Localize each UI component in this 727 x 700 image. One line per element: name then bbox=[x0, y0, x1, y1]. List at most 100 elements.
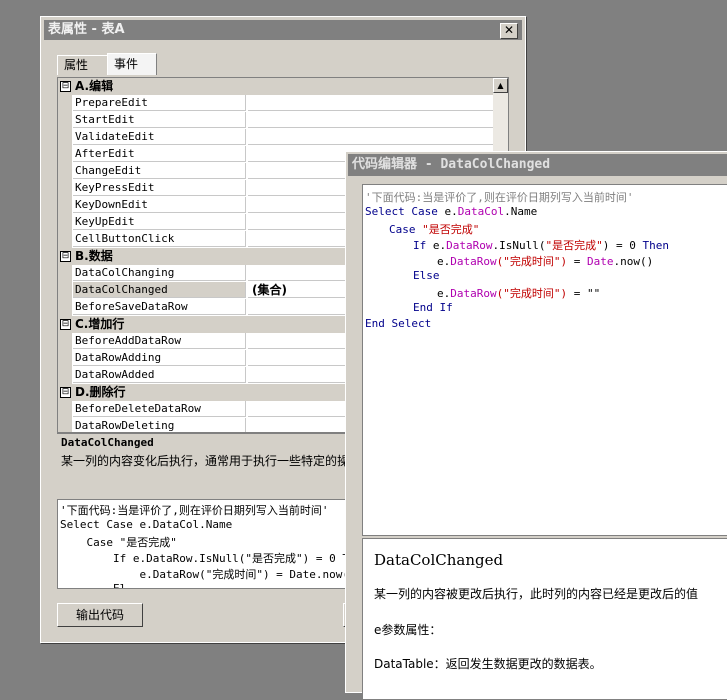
help-param-datatable: DataTable：返回发生数据更改的数据表。 bbox=[374, 657, 602, 671]
row-gutter bbox=[58, 163, 72, 180]
collapse-icon[interactable]: ⊟ bbox=[60, 319, 71, 330]
description-title: DataColChanged bbox=[61, 436, 154, 449]
row-gutter bbox=[58, 214, 72, 231]
event-name: DataRowAdding bbox=[73, 350, 246, 366]
grid-category-label: C.增加行 bbox=[75, 317, 125, 331]
grid-event-row[interactable]: StartEdit bbox=[58, 112, 493, 129]
row-gutter bbox=[58, 418, 72, 432]
grid-category-label: D.删除行 bbox=[75, 385, 126, 399]
code-token: Case bbox=[389, 223, 416, 236]
code-editor-window: 代码编辑器 - DataColChanged '下面代码:当是评价了,则在评价日… bbox=[345, 151, 727, 700]
prop-window-title: 表属性 - 表A bbox=[48, 22, 125, 37]
code-token: DataRow bbox=[450, 287, 497, 300]
export-code-button[interactable]: 输出代码 bbox=[57, 603, 143, 627]
code-token: e. bbox=[432, 239, 447, 252]
event-name: DataRowDeleting bbox=[73, 418, 246, 432]
code-token: Date bbox=[586, 255, 614, 268]
code-token: ("完成时间") bbox=[496, 287, 568, 300]
help-pane: DataColChanged 某一列的内容被更改后执行，此时列的内容已经是更改后… bbox=[362, 538, 727, 700]
row-gutter bbox=[58, 146, 72, 163]
event-name: ChangeEdit bbox=[73, 163, 246, 179]
collapse-icon[interactable]: ⊟ bbox=[60, 81, 71, 92]
code-token: .IsNull( bbox=[492, 239, 546, 252]
code-line-endif: End If bbox=[413, 301, 453, 314]
code-line-else: Else bbox=[413, 269, 440, 282]
code-preview-line: El bbox=[60, 582, 127, 589]
code-line-if: If e.DataRow.IsNull("是否完成") = 0 Then bbox=[413, 237, 669, 253]
code-preview-line: Case "是否完成" bbox=[60, 536, 177, 549]
code-token: Select Case bbox=[365, 205, 438, 218]
row-gutter bbox=[58, 197, 72, 214]
event-name: KeyDownEdit bbox=[73, 197, 246, 213]
event-name: BeforeAddDataRow bbox=[73, 333, 246, 349]
code-token: = "" bbox=[567, 287, 601, 300]
row-gutter bbox=[58, 401, 72, 418]
row-gutter bbox=[58, 333, 72, 350]
code-token: "是否完成" bbox=[545, 239, 603, 252]
event-value[interactable] bbox=[248, 112, 493, 128]
row-gutter bbox=[58, 282, 72, 299]
row-gutter bbox=[58, 350, 72, 367]
code-token: .Name bbox=[504, 205, 538, 218]
grid-event-row[interactable]: ValidateEdit bbox=[58, 129, 493, 146]
code-preview-line: e.DataRow("完成时间") = Date.now() bbox=[60, 568, 356, 581]
scroll-up-icon[interactable]: ▲ bbox=[493, 78, 508, 93]
code-token: DataCol bbox=[457, 205, 505, 218]
tab-events[interactable]: 事件 bbox=[107, 53, 157, 75]
row-gutter bbox=[58, 112, 72, 129]
help-params-heading: e参数属性： bbox=[374, 623, 442, 637]
code-token: e. bbox=[437, 287, 451, 300]
code-window-titlebar: 代码编辑器 - DataColChanged bbox=[348, 154, 727, 176]
code-preview-line: Select Case e.DataCol.Name bbox=[60, 518, 233, 531]
grid-event-row[interactable]: PrepareEdit bbox=[58, 95, 493, 112]
description-text: 某一列的内容变化后执行，通常用于执行一些特定的操 bbox=[61, 454, 350, 468]
row-gutter bbox=[58, 367, 72, 384]
code-token: = bbox=[567, 255, 587, 268]
event-name: KeyUpEdit bbox=[73, 214, 246, 230]
row-gutter bbox=[58, 231, 72, 248]
event-name: DataColChanged bbox=[73, 282, 246, 298]
code-token: ) = 0 bbox=[602, 239, 636, 252]
event-name: BeforeSaveDataRow bbox=[73, 299, 246, 315]
event-name: AfterEdit bbox=[73, 146, 246, 162]
code-token: If bbox=[413, 239, 427, 252]
code-token: "是否完成" bbox=[422, 223, 480, 236]
code-token: ("完成时间") bbox=[496, 255, 568, 268]
close-button[interactable]: ✕ bbox=[500, 23, 518, 39]
grid-category-label: B.数据 bbox=[75, 249, 113, 263]
event-value[interactable] bbox=[248, 129, 493, 145]
row-gutter bbox=[58, 299, 72, 316]
help-title: DataColChanged bbox=[374, 551, 504, 569]
event-name: KeyPressEdit bbox=[73, 180, 246, 196]
event-name: DataRowAdded bbox=[73, 367, 246, 383]
event-name: ValidateEdit bbox=[73, 129, 246, 145]
event-name: StartEdit bbox=[73, 112, 246, 128]
prop-window-titlebar: 表属性 - 表A ✕ bbox=[44, 20, 522, 40]
code-line-select: Select Case e.DataCol.Name bbox=[365, 205, 537, 218]
code-token: e. bbox=[437, 255, 451, 268]
row-gutter bbox=[58, 129, 72, 146]
grid-category-row[interactable]: ⊟ A.编辑 bbox=[58, 78, 493, 95]
code-preview-line: If e.DataRow.IsNull("是否完成") = 0 Then bbox=[60, 552, 369, 565]
row-gutter bbox=[58, 95, 72, 112]
row-gutter bbox=[58, 180, 72, 197]
collapse-icon[interactable]: ⊟ bbox=[60, 387, 71, 398]
code-token: .now() bbox=[613, 255, 654, 268]
code-line-case: Case "是否完成" bbox=[389, 221, 479, 237]
event-name: PrepareEdit bbox=[73, 95, 246, 111]
help-description: 某一列的内容被更改后执行，此时列的内容已经是更改后的值 bbox=[374, 587, 699, 601]
code-token: DataRow bbox=[446, 239, 493, 252]
code-preview-line: '下面代码:当是评价了,则在评价日期列写入当前时间' bbox=[60, 504, 329, 517]
code-editor[interactable]: '下面代码:当是评价了,则在评价日期列写入当前时间' Select Case e… bbox=[362, 184, 727, 536]
tab-properties[interactable]: 属性 bbox=[57, 55, 108, 75]
code-token: DataRow bbox=[450, 255, 497, 268]
row-gutter bbox=[58, 265, 72, 282]
event-value[interactable] bbox=[248, 95, 493, 111]
event-name: DataColChanging bbox=[73, 265, 246, 281]
code-line-assign2: e.DataRow("完成时间") = "" bbox=[437, 285, 600, 301]
collapse-icon[interactable]: ⊟ bbox=[60, 251, 71, 262]
code-token: Then bbox=[642, 239, 669, 252]
code-line-endselect: End Select bbox=[365, 317, 432, 330]
code-window-title: 代码编辑器 - DataColChanged bbox=[352, 157, 551, 172]
grid-category-label: A.编辑 bbox=[75, 79, 114, 93]
